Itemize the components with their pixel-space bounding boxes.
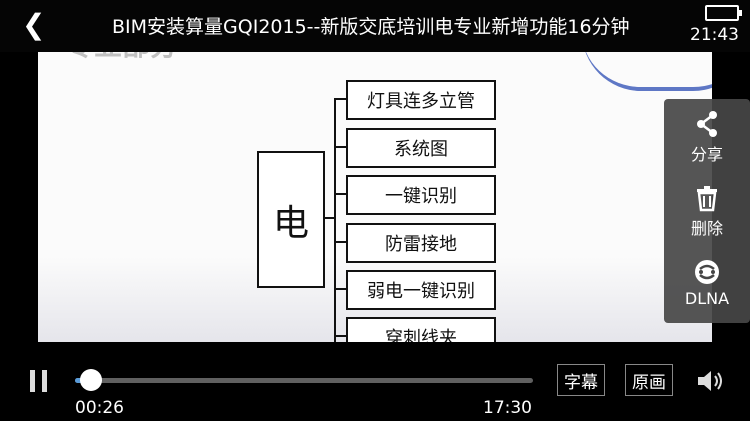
connector-line [334, 98, 346, 100]
top-bar: ❮ BIM安装算量GQI2015--新版交底培训电专业新增功能16分钟 21:4… [0, 0, 750, 52]
connector-line [334, 241, 346, 243]
logo-swoosh [582, 52, 712, 91]
slide-branch-node: 防雷接地 [346, 223, 496, 263]
progress-knob[interactable] [80, 369, 103, 391]
subtitle-button[interactable]: 字幕 [557, 364, 605, 396]
share-button[interactable]: 分享 [664, 109, 750, 165]
delete-button[interactable]: 删除 [664, 183, 750, 239]
progress-track[interactable] [75, 378, 533, 383]
pause-icon[interactable] [30, 370, 48, 392]
video-frame[interactable]: 专业部分 电 灯具连多立管 系统图 一键识别 防雷接地 弱电一键识别 穿刺线夹 [38, 52, 712, 342]
slide-branch-node: 弱电一键识别 [346, 270, 496, 310]
current-time: 00:26 [75, 398, 124, 418]
share-label: 分享 [690, 145, 723, 164]
slide-branch-node: 灯具连多立管 [346, 80, 496, 120]
delete-label: 删除 [690, 219, 723, 238]
total-time: 17:30 [483, 398, 532, 418]
player-controls: 00:26 17:30 字幕 原画 [0, 342, 750, 421]
trash-icon [697, 186, 717, 212]
status-time: 21:43 [690, 25, 739, 45]
slide-root-node: 电 [257, 151, 325, 288]
side-menu: 分享 删除 DLNA [664, 99, 750, 323]
slide-branch-node: 系统图 [346, 128, 496, 168]
connector-line [334, 146, 346, 148]
battery-icon [705, 5, 742, 21]
dlna-icon [695, 260, 719, 284]
slide-branch-node: 一键识别 [346, 175, 496, 215]
dlna-button[interactable]: DLNA [664, 257, 750, 308]
quality-button[interactable]: 原画 [625, 364, 673, 396]
connector-line [334, 193, 346, 195]
slide-faded-heading: 专业部分 [66, 52, 178, 64]
dlna-label: DLNA [684, 289, 730, 308]
video-title: BIM安装算量GQI2015--新版交底培训电专业新增功能16分钟 [112, 16, 630, 38]
chevron-left-icon[interactable]: ❮ [22, 10, 45, 40]
connector-line [334, 288, 346, 290]
volume-icon[interactable] [696, 369, 728, 393]
connector-line [334, 98, 336, 342]
share-icon [697, 111, 717, 137]
slide-branch-node: 穿刺线夹 [346, 317, 496, 342]
connector-line [334, 335, 346, 337]
